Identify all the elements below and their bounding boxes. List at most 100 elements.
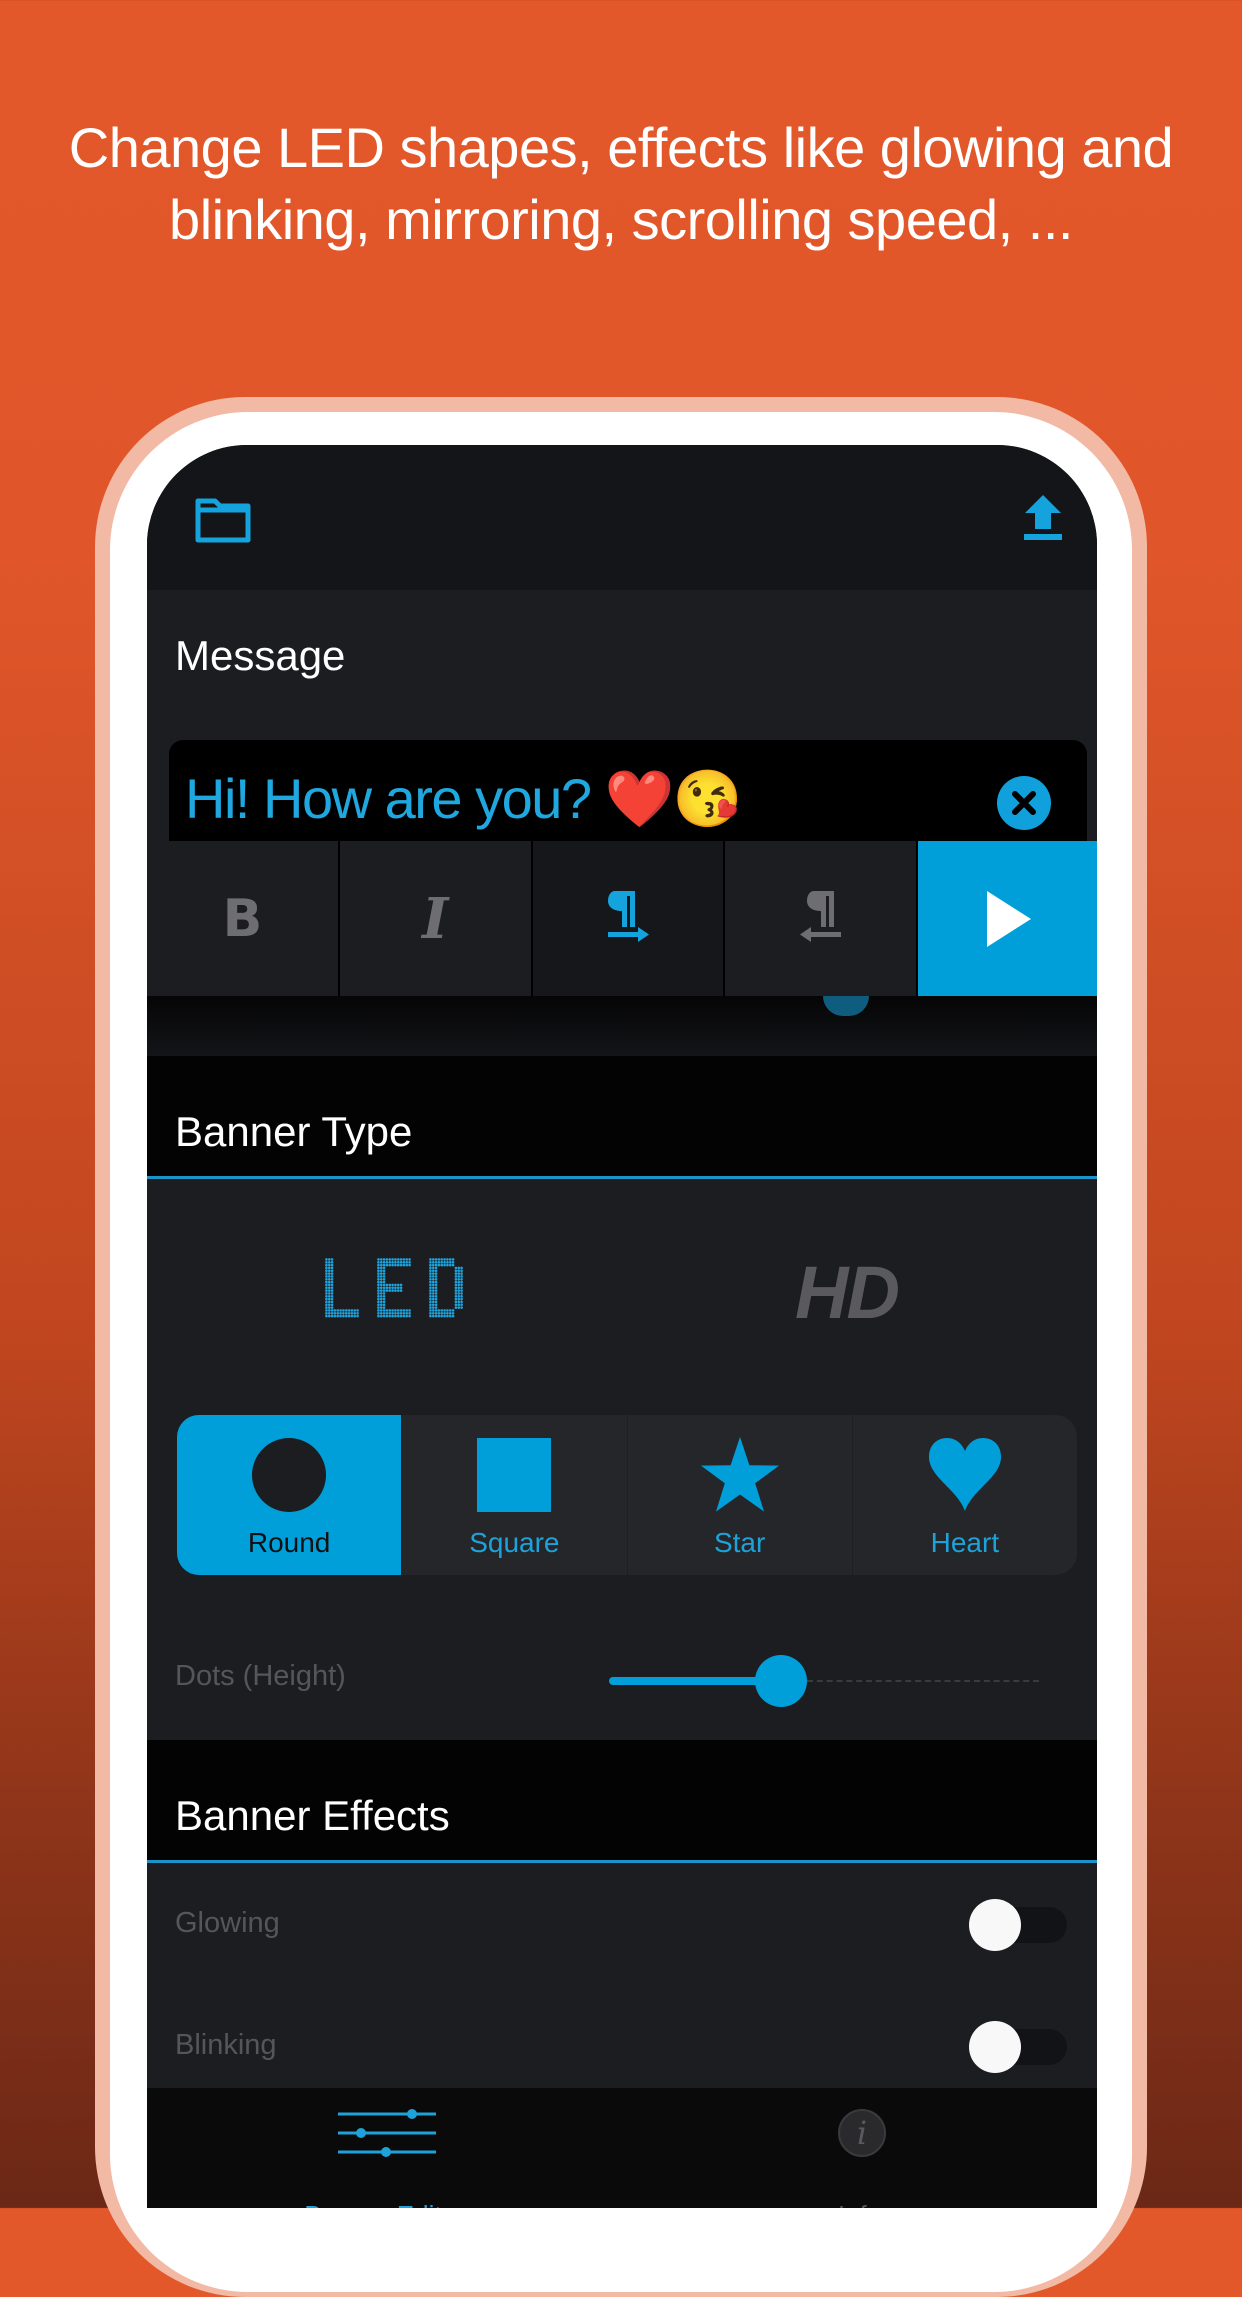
led-dot (396, 1309, 400, 1312)
led-dot (446, 1260, 449, 1264)
clear-message-button[interactable] (997, 776, 1051, 830)
italic-icon: I (422, 885, 449, 952)
message-input-value[interactable]: Hi! How are you? ❤️😘 (185, 766, 743, 832)
blinking-toggle[interactable] (969, 2021, 1067, 2073)
slider-knob[interactable] (755, 1655, 807, 1707)
led-dot (325, 1300, 328, 1304)
glowing-toggle[interactable] (969, 1899, 1067, 1951)
folder-icon[interactable] (195, 497, 251, 543)
led-dot (429, 1306, 432, 1309)
led-dot (379, 1269, 383, 1273)
led-dot (388, 1289, 392, 1292)
led-dot (377, 1277, 380, 1281)
shape-option-square[interactable]: Square (402, 1415, 628, 1575)
led-dot (460, 1269, 463, 1273)
led-dot (327, 1292, 331, 1295)
led-dot (451, 1258, 455, 1261)
led-dot (460, 1292, 463, 1295)
shape-option-heart[interactable]: Heart (853, 1415, 1077, 1575)
led-dot (399, 1263, 403, 1267)
led-dot (325, 1289, 328, 1292)
bold-button[interactable]: B (147, 841, 338, 996)
slider-remaining-track (807, 1680, 1039, 1682)
led-dot (382, 1300, 386, 1304)
led-dot (437, 1311, 441, 1315)
shape-option-round[interactable]: Round (177, 1415, 403, 1575)
led-dot (339, 1311, 342, 1315)
led-dot (429, 1314, 432, 1318)
led-dot (405, 1260, 409, 1264)
led-dot (342, 1314, 345, 1318)
led-dot (379, 1289, 383, 1292)
led-dot (460, 1306, 463, 1309)
led-dot (431, 1294, 435, 1298)
caption-line-1: Change LED shapes, effects like glowing … (68, 116, 1174, 179)
led-dot (408, 1314, 411, 1318)
italic-button[interactable]: I (339, 841, 531, 996)
tab-label: Info (622, 2200, 1097, 2208)
led-dot (429, 1289, 432, 1292)
led-dot (391, 1289, 394, 1292)
led-dot (399, 1309, 403, 1312)
led-dot (382, 1306, 386, 1309)
led-dot (460, 1294, 463, 1298)
led-dot (377, 1269, 380, 1273)
play-button[interactable] (918, 841, 1097, 996)
led-dot (382, 1258, 386, 1261)
dots-height-slider[interactable] (609, 1655, 1039, 1707)
tab-info[interactable]: i Info (622, 2088, 1097, 2208)
led-dot (385, 1314, 389, 1318)
effect-row-glowing: Glowing (147, 1871, 1097, 1981)
led-dot (457, 1297, 461, 1301)
upload-icon[interactable] (1023, 495, 1063, 543)
led-dot (391, 1311, 394, 1315)
led-dot (327, 1263, 331, 1267)
led-dot (396, 1258, 400, 1261)
led-dot (327, 1306, 331, 1309)
led-dot (451, 1263, 455, 1267)
led-dot (327, 1309, 331, 1312)
banner-effects-header: Banner Effects (147, 1740, 1097, 1863)
dots-height-row: Dots (Height) (147, 1630, 1097, 1730)
led-dot (405, 1263, 409, 1267)
led-dot (325, 1294, 328, 1298)
tab-banner-editor[interactable]: Banner-Editor (147, 2088, 622, 2208)
svg-text:i: i (857, 2114, 867, 2152)
led-dot (440, 1311, 444, 1315)
led-dot (327, 1266, 331, 1270)
info-icon: i (838, 2109, 886, 2157)
led-dot (377, 1297, 380, 1301)
led-dot (431, 1306, 435, 1309)
led-dot (327, 1260, 331, 1264)
led-dot (457, 1306, 461, 1309)
led-dot (382, 1297, 386, 1301)
ltr-direction-button[interactable] (532, 841, 724, 996)
shape-option-star[interactable]: Star (628, 1415, 853, 1575)
led-dot (446, 1311, 449, 1315)
banner-type-hd[interactable]: HD (795, 1250, 900, 1335)
rtl-direction-button[interactable] (725, 841, 917, 996)
banner-type-led[interactable] (325, 1258, 477, 1323)
led-dot (454, 1294, 458, 1298)
led-dot (327, 1275, 331, 1278)
led-dot (437, 1263, 441, 1267)
led-dot (388, 1311, 392, 1315)
led-dot (460, 1286, 463, 1290)
led-dot (434, 1294, 438, 1298)
led-dot (325, 1269, 328, 1273)
led-dot (377, 1311, 380, 1315)
led-dot (460, 1283, 463, 1287)
led-dot (429, 1269, 432, 1273)
led-dot (448, 1260, 452, 1264)
led-dot (454, 1289, 458, 1292)
top-bar (147, 445, 1097, 590)
toggle-knob (969, 1899, 1021, 1951)
led-dot (379, 1314, 383, 1318)
sliders-icon (338, 2109, 436, 2157)
led-dot (379, 1277, 383, 1281)
led-dot (457, 1294, 461, 1298)
effect-label: Glowing (175, 1907, 280, 1939)
led-dot (394, 1311, 397, 1315)
led-dot (440, 1314, 444, 1318)
dots-height-label: Dots (Height) (175, 1660, 346, 1692)
